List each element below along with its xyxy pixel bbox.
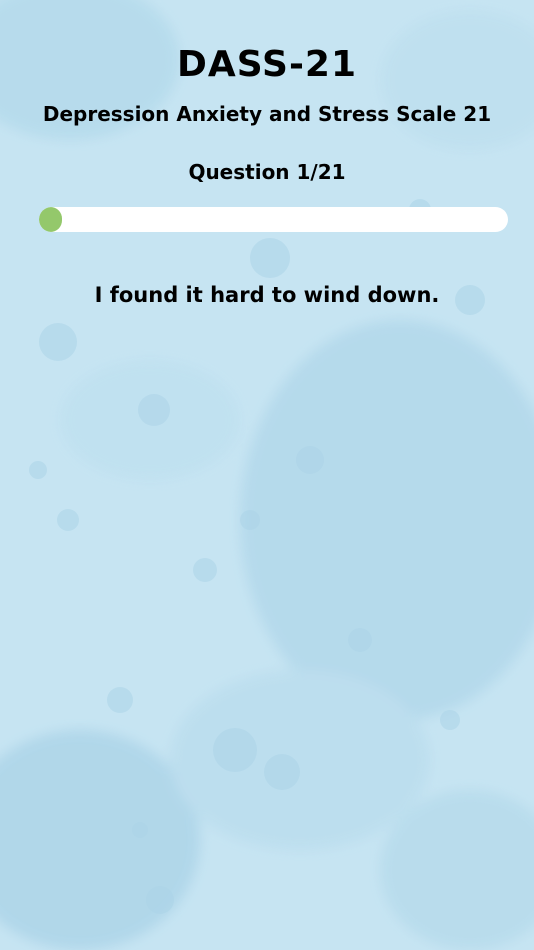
app-title: DASS-21	[176, 44, 358, 85]
progress-bar-fill	[39, 207, 62, 232]
question-counter: Question 1/21	[188, 160, 346, 184]
watercolor-background	[0, 0, 534, 950]
question-text: I found it hard to wind down.	[94, 283, 440, 307]
progress-bar	[39, 207, 508, 232]
app-subtitle: Depression Anxiety and Stress Scale 21	[42, 102, 492, 126]
